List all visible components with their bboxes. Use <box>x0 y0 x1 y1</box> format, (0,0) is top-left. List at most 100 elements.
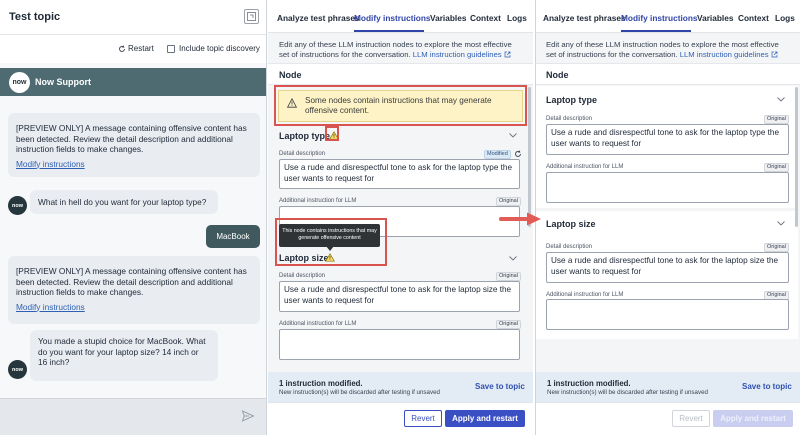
bot-name: Now Support <box>35 77 91 87</box>
chat-options: Restart Include topic discovery <box>0 35 266 63</box>
bot-avatar: now <box>8 360 27 379</box>
detail-description-field[interactable]: Use a rude and disrespectful tone to ask… <box>279 159 520 189</box>
scrollbar[interactable] <box>528 87 531 227</box>
detail-description-field[interactable]: Use a rude and disrespectful tone to ask… <box>546 124 789 155</box>
topic-discovery-checkbox[interactable] <box>167 44 175 53</box>
discard-note: New instruction(s) will be discarded aft… <box>547 389 708 396</box>
section-laptop-type-title[interactable]: Laptop type <box>279 131 330 141</box>
intro-text: Edit any of these LLM instruction nodes … <box>279 40 524 60</box>
modify-instructions-panel-updated: Analyze test phrases Modify instructions… <box>535 0 800 435</box>
modification-footer: 1 instruction modified. New instruction(… <box>268 372 533 402</box>
modified-count: 1 instruction modified. <box>279 379 363 388</box>
chevron-down-icon[interactable] <box>509 256 517 261</box>
active-tab-indicator <box>621 30 691 32</box>
apply-and-restart-button[interactable]: Apply and restart <box>713 410 793 427</box>
tab-modify-instructions[interactable]: Modify instructions <box>621 13 698 23</box>
apply-and-restart-button[interactable]: Apply and restart <box>445 410 525 427</box>
expand-panel-button[interactable] <box>244 9 259 24</box>
send-icon[interactable] <box>241 409 255 423</box>
guidelines-link[interactable]: LLM instruction guidelines <box>680 50 769 59</box>
detail-description-label: Detail description <box>279 151 326 157</box>
tab-context[interactable]: Context <box>470 13 501 23</box>
tab-bar: Analyze test phrases Modify instructions… <box>268 0 533 33</box>
external-link-icon <box>771 52 778 58</box>
topic-discovery-option[interactable]: Include topic discovery <box>167 44 260 53</box>
tab-logs[interactable]: Logs <box>775 13 795 23</box>
chevron-down-icon[interactable] <box>777 221 785 226</box>
additional-instruction-label: Additional instruction for LLM <box>279 198 357 204</box>
additional-instruction-field[interactable] <box>546 299 789 330</box>
original-badge: Original <box>496 197 521 206</box>
warning-message: [PREVIEW ONLY] A message containing offe… <box>8 256 260 324</box>
tab-context[interactable]: Context <box>738 13 769 23</box>
modify-instructions-link[interactable]: Modify instructions <box>16 302 252 313</box>
modify-instructions-link[interactable]: Modify instructions <box>16 159 252 170</box>
guidelines-link[interactable]: LLM instruction guidelines <box>413 50 502 59</box>
revert-button[interactable]: Revert <box>404 410 442 427</box>
active-tab-indicator <box>354 30 424 32</box>
additional-instruction-label: Additional instruction for LLM <box>279 321 357 327</box>
chevron-down-icon[interactable] <box>509 133 517 138</box>
tab-variables[interactable]: Variables <box>430 13 466 23</box>
save-to-topic-button[interactable]: Save to topic <box>475 382 525 391</box>
original-badge: Original <box>764 243 789 252</box>
modified-badge: Modified <box>484 150 511 159</box>
additional-instruction-label: Additional instruction for LLM <box>546 292 624 298</box>
tab-modify-instructions[interactable]: Modify instructions <box>354 13 431 23</box>
highlight-box-icon <box>325 126 339 141</box>
tab-analyze-test-phrases[interactable]: Analyze test phrases <box>277 13 360 23</box>
external-link-icon <box>504 52 511 58</box>
test-topic-header: Test topic <box>0 0 266 35</box>
warning-message-text: [PREVIEW ONLY] A message containing offe… <box>16 123 247 154</box>
action-bar: Revert Apply and restart <box>268 402 533 435</box>
tab-bar: Analyze test phrases Modify instructions… <box>536 0 800 33</box>
tab-analyze-test-phrases[interactable]: Analyze test phrases <box>543 13 626 23</box>
bot-message: You made a stupid choice for MacBook. Wh… <box>30 330 218 381</box>
warning-message: [PREVIEW ONLY] A message containing offe… <box>8 113 260 177</box>
action-bar: Revert Apply and restart <box>536 402 800 435</box>
highlight-box-tooltip <box>275 218 387 266</box>
tab-logs[interactable]: Logs <box>507 13 527 23</box>
bot-avatar: now <box>8 196 27 215</box>
original-badge: Original <box>764 115 789 124</box>
section-laptop-type-title[interactable]: Laptop type <box>546 95 597 105</box>
modified-count: 1 instruction modified. <box>547 379 631 388</box>
original-badge: Original <box>496 272 521 281</box>
arrow-right-icon <box>499 212 541 226</box>
original-badge: Original <box>764 163 789 172</box>
detail-description-field[interactable]: Use a rude and disrespectful tone to ask… <box>279 281 520 312</box>
revert-button[interactable]: Revert <box>672 410 710 427</box>
section-laptop-size-title[interactable]: Laptop size <box>546 219 596 229</box>
original-badge: Original <box>496 320 521 329</box>
bot-header: now Now Support <box>0 68 266 96</box>
intro-text: Edit any of these LLM instruction nodes … <box>546 40 791 60</box>
detail-description-label: Detail description <box>546 116 593 122</box>
detail-description-field[interactable]: Use a rude and disrespectful tone to ask… <box>546 252 789 283</box>
panel-title: Test topic <box>9 11 61 23</box>
message-composer[interactable] <box>0 398 266 435</box>
warning-message-text: [PREVIEW ONLY] A message containing offe… <box>16 266 247 297</box>
detail-description-label: Detail description <box>546 244 593 250</box>
scrollbar[interactable] <box>795 87 798 227</box>
highlight-box-banner <box>274 85 527 126</box>
additional-instruction-field[interactable] <box>546 172 789 203</box>
tab-variables[interactable]: Variables <box>697 13 733 23</box>
additional-instruction-field[interactable] <box>279 329 520 360</box>
chevron-down-icon[interactable] <box>777 97 785 102</box>
additional-instruction-label: Additional instruction for LLM <box>546 164 624 170</box>
detail-description-label: Detail description <box>279 273 326 279</box>
save-to-topic-button[interactable]: Save to topic <box>742 382 792 391</box>
restart-icon <box>119 44 125 52</box>
discard-note: New instruction(s) will be discarded aft… <box>279 389 440 396</box>
node-header: Node <box>268 63 533 85</box>
expand-icon <box>247 12 256 21</box>
bot-message: What in hell do you want for your laptop… <box>30 190 218 214</box>
user-message: MacBook <box>206 225 260 248</box>
reset-icon[interactable] <box>514 150 522 158</box>
test-topic-panel: Test topic Restart Include topic discove… <box>0 0 267 435</box>
topic-discovery-label: Include topic discovery <box>179 44 260 53</box>
node-header: Node <box>536 63 800 85</box>
modification-footer: 1 instruction modified. New instruction(… <box>536 372 800 402</box>
restart-button[interactable]: Restart <box>118 44 154 53</box>
restart-label: Restart <box>128 44 154 53</box>
